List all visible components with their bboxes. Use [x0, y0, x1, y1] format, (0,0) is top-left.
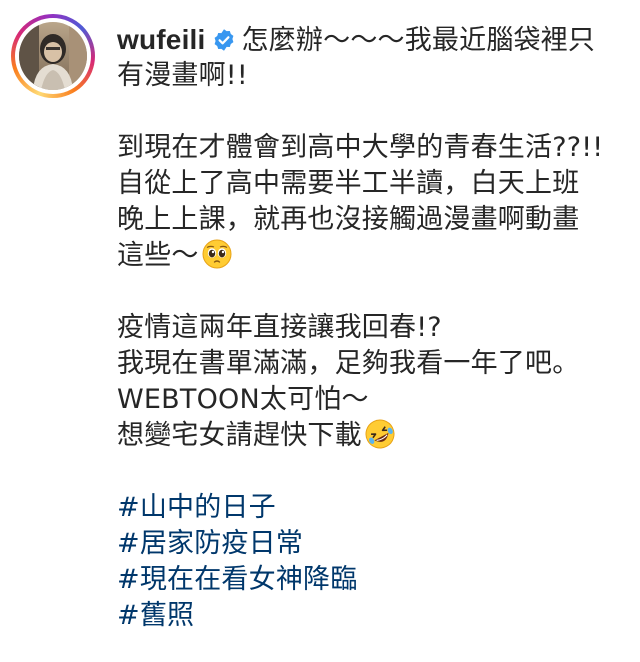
caption-text-line: WEBTOON太可怕～ — [117, 384, 369, 415]
pleading-face-icon — [202, 239, 232, 269]
username-link[interactable]: wufeili — [117, 24, 206, 55]
caption-text: wufeili 怎麼辦～～～我最近腦袋裡只 有漫畫啊!! 到現在才體會到高中大學的… — [117, 22, 622, 634]
caption-text-line: 有漫畫啊!! — [117, 60, 248, 91]
verified-badge-icon — [212, 26, 236, 51]
caption-text-line: 我現在書單滿滿，足夠我看一年了吧。 — [117, 348, 580, 379]
caption-line-with-emoji: 這些～ — [117, 238, 622, 274]
story-ring[interactable] — [11, 14, 95, 98]
caption-line-with-emoji: 想變宅女請趕快下載 — [117, 418, 622, 454]
caption-text-line: 這些～ — [117, 240, 199, 271]
hashtag-link[interactable]: #現在在看女神降臨 — [117, 562, 622, 598]
caption-text-line: 自從上了高中需要半工半讀，白天上班 — [117, 168, 580, 199]
hashtag-link[interactable]: #舊照 — [117, 598, 622, 634]
caption-text-line: 到現在才體會到高中大學的青春生活??!! — [117, 132, 604, 163]
instagram-post-caption: wufeili 怎麼辦～～～我最近腦袋裡只 有漫畫啊!! 到現在才體會到高中大學的… — [0, 0, 640, 662]
caption-text-line: 怎麼辦～～～我最近腦袋裡只 — [241, 25, 596, 56]
avatar[interactable] — [19, 22, 87, 90]
avatar-photo — [19, 22, 87, 90]
caption-text-line: 晚上上課，就再也沒接觸過漫畫啊動畫 — [117, 204, 580, 235]
caption-text-line: 想變宅女請趕快下載 — [117, 420, 362, 451]
caption-line-1: wufeili 怎麼辦～～～我最近腦袋裡只 — [117, 22, 622, 58]
hashtag-link[interactable]: #居家防疫日常 — [117, 526, 622, 562]
rolling-on-floor-laughing-icon — [365, 419, 395, 449]
caption-text-line: 疫情這兩年直接讓我回春!? — [117, 312, 442, 343]
hashtag-link[interactable]: #山中的日子 — [117, 490, 622, 526]
